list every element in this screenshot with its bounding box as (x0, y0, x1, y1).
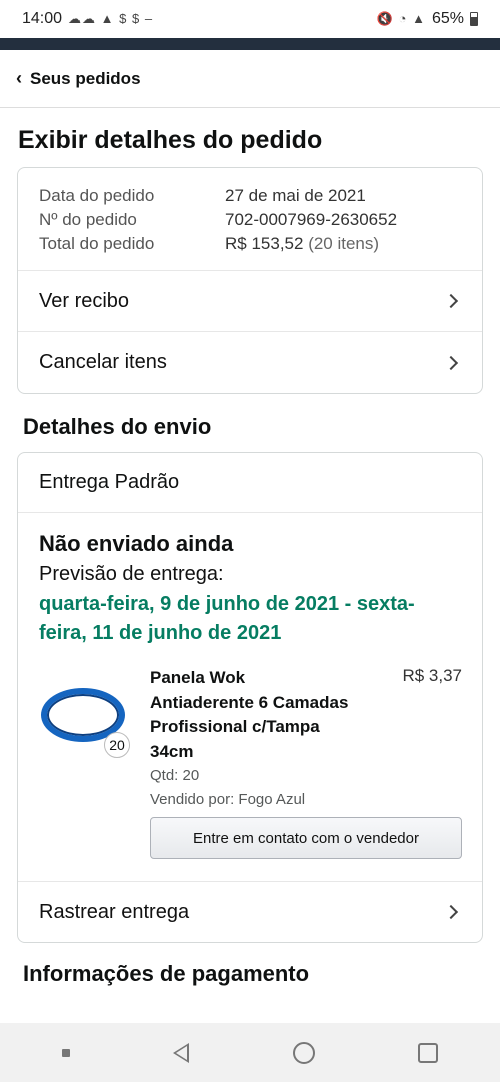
back-label: Seus pedidos (30, 68, 141, 88)
quantity-badge: 20 (104, 732, 130, 758)
order-card: Data do pedido 27 de mai de 2021 Nº do p… (17, 167, 483, 394)
shipping-section-title: Detalhes do envio (23, 414, 212, 439)
battery-level: 65% (431, 10, 464, 27)
product-image[interactable]: 20 (39, 666, 150, 766)
battery-icon (470, 12, 478, 26)
shipment-details: Não enviado ainda Previsão de entrega: q… (18, 513, 482, 882)
chevron-right-icon (443, 904, 459, 920)
order-number-label: Nº do pedido (39, 210, 137, 229)
status-time: 14:00 (22, 10, 63, 27)
order-number-value: 702-0007969-2630652 (225, 210, 398, 229)
nav-home-icon[interactable] (292, 1041, 315, 1064)
order-total-items: (20 itens) (308, 234, 380, 253)
view-receipt-label: Ver recibo (39, 289, 130, 312)
nav-dot-icon[interactable] (61, 1048, 70, 1057)
delivery-type: Entrega Padrão (18, 453, 482, 513)
header-stripe (0, 38, 500, 50)
order-date-value: 27 de mai de 2021 (225, 186, 366, 205)
forecast-date: quarta-feira, 9 de junho de 2021 - sexta… (39, 593, 415, 644)
cancel-items-label: Cancelar itens (39, 351, 167, 373)
forecast-label: Previsão de entrega: (39, 563, 224, 585)
main-content[interactable]: Exibir detalhes do pedido Data do pedido… (0, 108, 500, 1023)
product-title[interactable]: Panela Wok Antiaderente 6 Camadas Profis… (150, 666, 350, 764)
order-date-label: Data do pedido (39, 186, 155, 205)
signal-icons: 🔇 ◔ ▲ (376, 11, 426, 26)
order-item: 20 Panela Wok Antiaderente 6 Camadas Pro… (39, 666, 462, 859)
shipment-status: Não enviado ainda (39, 531, 234, 556)
order-total-label: Total do pedido (39, 234, 155, 253)
product-qty: Qtd: 20 (150, 767, 200, 784)
track-delivery-row[interactable]: Rastrear entrega (18, 882, 482, 942)
status-bar: 14:00 ☁☁ ▲ $ $ – 🔇 ◔ ▲ 65% (0, 0, 500, 38)
back-to-orders[interactable]: ‹ Seus pedidos (0, 50, 500, 108)
page-title: Exibir detalhes do pedido (18, 126, 323, 154)
order-summary: Data do pedido 27 de mai de 2021 Nº do p… (18, 168, 482, 271)
track-delivery-label: Rastrear entrega (39, 900, 190, 923)
order-total-value: R$ 153,52 (225, 234, 304, 253)
shipping-card: Entrega Padrão Não enviado ainda Previsã… (17, 452, 483, 943)
chevron-right-icon (443, 355, 459, 370)
cancel-items-row[interactable]: Cancelar itens (18, 332, 482, 393)
contact-seller-button[interactable]: Entre em contato com o vendedor (150, 817, 462, 859)
view-receipt-row[interactable]: Ver recibo (18, 271, 482, 332)
system-nav-bar (0, 1023, 500, 1082)
chevron-right-icon (443, 293, 459, 309)
notification-icons: ☁☁ ▲ $ $ – (68, 11, 154, 26)
payment-section-title: Informações de pagamento (23, 961, 310, 986)
nav-back-icon[interactable] (173, 1042, 190, 1063)
product-seller: Vendido por: Fogo Azul (150, 791, 306, 808)
product-price: R$ 3,37 (402, 666, 462, 685)
nav-recent-icon[interactable] (418, 1042, 439, 1063)
chevron-left-icon: ‹ (16, 68, 22, 88)
